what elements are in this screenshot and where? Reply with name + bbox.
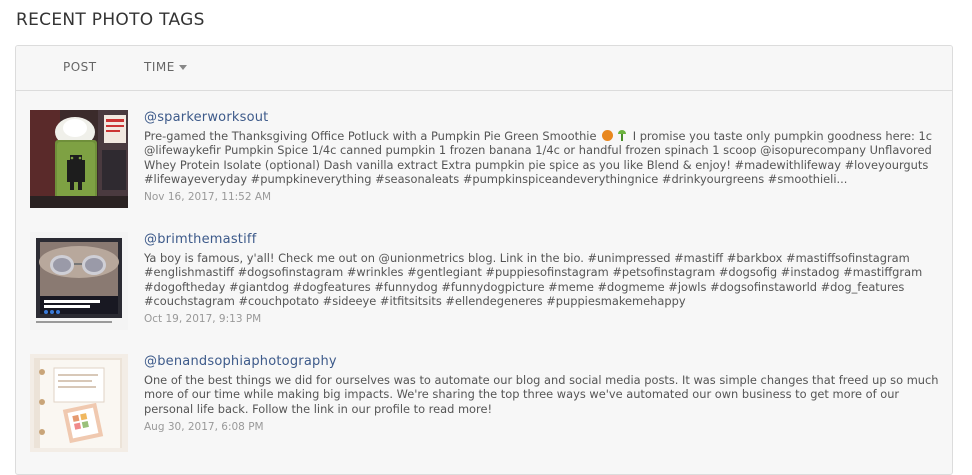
post-caption: Pre-gamed the Thanksgiving Office Potluc… bbox=[144, 129, 944, 186]
table-header: POST TIME bbox=[16, 46, 952, 91]
photo-tags-table: POST TIME @sparkerworksout Pre-gamed the… bbox=[15, 45, 953, 475]
page-title: RECENT PHOTO TAGS bbox=[16, 10, 205, 30]
column-header-time-label: TIME bbox=[144, 60, 175, 74]
post-username[interactable]: @benandsophiaphotography bbox=[144, 354, 944, 372]
pumpkin-emoji-icon bbox=[602, 130, 614, 141]
post-caption-text: Pre-gamed the Thanksgiving Office Potluc… bbox=[144, 129, 597, 143]
post-thumbnail[interactable] bbox=[30, 232, 128, 330]
column-header-post: POST bbox=[63, 60, 97, 74]
post-username[interactable]: @sparkerworksout bbox=[144, 110, 944, 128]
post-username[interactable]: @brimthemastiff bbox=[144, 232, 944, 250]
mastiff-blog-photo bbox=[30, 232, 128, 330]
post-thumbnail[interactable] bbox=[30, 110, 128, 208]
post-thumbnail[interactable] bbox=[30, 354, 128, 452]
sprout-emoji-icon bbox=[618, 130, 627, 141]
post-timestamp: Nov 16, 2017, 11:52 AM bbox=[144, 191, 272, 204]
post-caption: One of the best things we did for oursel… bbox=[144, 373, 939, 416]
post-caption: Ya boy is famous, y'all! Check me out on… bbox=[144, 251, 923, 308]
green-smoothie-photo bbox=[30, 110, 128, 208]
column-header-time[interactable]: TIME bbox=[144, 60, 187, 74]
planner-binder-photo bbox=[30, 354, 128, 452]
caret-down-icon bbox=[178, 65, 187, 70]
post-timestamp: Oct 19, 2017, 9:13 PM bbox=[144, 313, 262, 326]
post-timestamp: Aug 30, 2017, 6:08 PM bbox=[144, 420, 264, 433]
